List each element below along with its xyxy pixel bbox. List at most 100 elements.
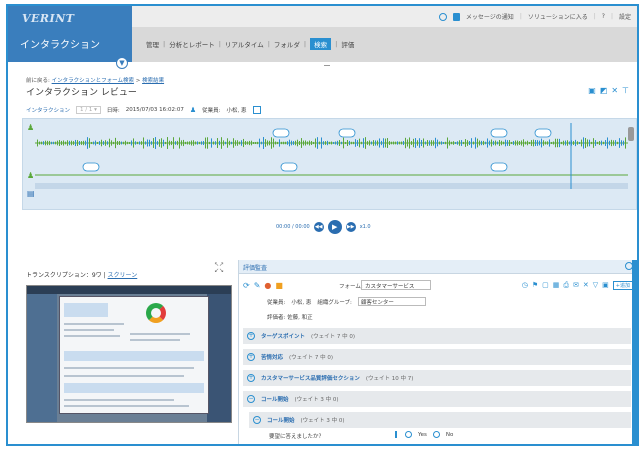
expand-plus-icon[interactable]: +: [247, 374, 255, 382]
folder-icon[interactable]: ■: [275, 281, 283, 290]
group-label: 組織グループ:: [317, 299, 352, 306]
details-icon[interactable]: [252, 106, 261, 114]
date-label: 日時:: [106, 108, 120, 114]
radio-yes[interactable]: [405, 431, 412, 438]
delete-icon[interactable]: ✕: [583, 281, 589, 290]
export-icon[interactable]: ◩: [600, 86, 608, 95]
tag-icon[interactable]: ●: [264, 281, 271, 290]
nav-item-folders[interactable]: フォルダ: [274, 39, 300, 49]
print-icon[interactable]: ▣: [588, 86, 596, 95]
date-value: 2015/07/03 16:02:07: [125, 107, 184, 113]
rewind-button[interactable]: ◀◀: [313, 222, 324, 232]
nav-item-analytics[interactable]: 分析とレポート: [169, 39, 215, 49]
brand-logo: VERINT: [22, 12, 75, 25]
app-menu-chevron-icon[interactable]: ▼: [116, 57, 128, 69]
filter-icon[interactable]: ▽: [593, 281, 598, 290]
screen-recording-thumbnail[interactable]: [26, 285, 232, 423]
employee-label: 従業員:: [267, 299, 286, 306]
notifications-link[interactable]: メッセージの通知: [466, 12, 514, 21]
pin-icon[interactable]: ⊤: [622, 86, 629, 95]
refresh-icon[interactable]: [438, 12, 447, 21]
breadcrumb: 前に戻る: インタラクションとフォーム検索 > 検索結果: [26, 78, 165, 84]
settings-link[interactable]: 設定: [619, 12, 631, 21]
breadcrumb-link-search-forms[interactable]: インタラクションとフォーム検索: [52, 78, 134, 84]
expand-plus-icon[interactable]: +: [247, 332, 255, 340]
section-row[interactable]: + 苦情対応 (ウェイト 7 中 0): [243, 349, 631, 365]
section-name: コール開始: [261, 397, 289, 403]
evaluation-meta: 従業員: 小松, 恵 組織グループ: 顧客センター: [267, 297, 426, 306]
agent-value: 小松, 恵: [226, 108, 247, 114]
collapse-minus-icon[interactable]: −: [253, 416, 261, 424]
save-icon[interactable]: ▣: [602, 281, 609, 290]
segment-dropdown[interactable]: 1 / 1 ▾: [76, 106, 101, 114]
section-name: ターゲスポイント: [261, 334, 306, 340]
flag-icon[interactable]: ⚑: [532, 281, 538, 290]
section-row[interactable]: + ターゲスポイント (ウェイト 7 中 0): [243, 328, 631, 344]
section-weight: (ウェイト 10 中 7): [365, 376, 414, 382]
section-row[interactable]: − コール開始 (ウェイト 3 中 0): [243, 391, 631, 407]
expand-icon[interactable]: ↖↗ ↙↘: [214, 262, 224, 274]
group-select[interactable]: 顧客センター: [357, 297, 426, 306]
answer-group: Yes No: [395, 431, 453, 438]
answer-yes-label: Yes: [418, 431, 427, 438]
evaluation-actions: ◷ ⚑ ▢ ▦ ⎙ ✉ ✕ ▽ ▣ +追加: [522, 281, 633, 290]
mail-icon[interactable]: ✉: [573, 281, 579, 290]
nav-item-search[interactable]: 検索: [310, 38, 332, 50]
main-nav: 管理 | 分析とレポート | リアルタイム | フォルダ | 検索 | 評価: [132, 28, 637, 62]
app-title: インタラクション: [20, 40, 100, 51]
screen-tab-link[interactable]: スクリーン: [108, 272, 138, 279]
close-icon[interactable]: ✕: [611, 86, 618, 95]
form-select[interactable]: カスタマーサービス: [361, 280, 431, 290]
section-weight: (ウェイト 7 中 0): [311, 334, 356, 340]
expand-plus-icon[interactable]: +: [247, 353, 255, 361]
section-weight: (ウェイト 3 中 0): [300, 418, 345, 424]
tab-interaction[interactable]: インタラクション: [26, 106, 70, 114]
app-header-brand-area: VERINT インタラクション: [8, 6, 132, 62]
edit-icon[interactable]: ✎: [254, 281, 261, 290]
audio-waveform[interactable]: ♟ ♟ ▤: [22, 118, 637, 210]
subsection-row[interactable]: − コール開始 (ウェイト 3 中 0): [249, 412, 631, 428]
play-button[interactable]: ▶: [327, 220, 342, 234]
refresh-icon[interactable]: ⟳: [243, 281, 250, 290]
forward-button[interactable]: ▶▶: [345, 222, 356, 232]
collapse-minus-icon[interactable]: −: [247, 395, 255, 403]
user-icon: ♟: [189, 106, 197, 114]
evaluation-header: 評価監査: [239, 260, 637, 274]
playback-time: 00:00 / 00:00: [276, 224, 310, 230]
section-name: コール開始: [267, 418, 295, 424]
interaction-info-row: インタラクション 1 / 1 ▾ 日時: 2015/07/03 16:02:07…: [26, 106, 261, 114]
section-name: カスタマーサービス品質評価セクション: [261, 376, 360, 382]
add-button[interactable]: +追加: [612, 281, 633, 290]
transcript-header: トランスクリプション：9ワ | スクリーン: [26, 272, 138, 279]
agent-label: 従業員:: [202, 108, 221, 114]
section-row[interactable]: + カスタマーサービス品質評価セクション (ウェイト 10 中 7): [243, 370, 631, 386]
collapse-handle[interactable]: [324, 65, 330, 66]
form-label: フォーム:: [339, 284, 363, 290]
evaluation-sections: + ターゲスポイント (ウェイト 7 中 0) + 苦情対応 (ウェイト 7 中…: [243, 328, 631, 433]
header-utility-bar: メッセージの通知 | ソリューションに入る | ? | 設定: [132, 6, 637, 28]
transcript-label: トランスクリプション：9ワ: [26, 272, 102, 279]
calendar-icon[interactable]: ▦: [553, 281, 560, 290]
help-link[interactable]: ?: [602, 13, 605, 20]
donut-chart-icon: [146, 303, 166, 323]
employee-value: 小松, 恵: [291, 299, 312, 306]
evaluation-panel: 評価監査 ⟳ ✎ ● ■ フォーム: カスタマーサービス ◷ ⚑ ▢ ▦ ⎙ ✉…: [238, 260, 637, 444]
radio-no[interactable]: [432, 431, 440, 438]
lock-icon[interactable]: [452, 12, 460, 21]
question-text: 要望に答えましたか？: [269, 434, 325, 440]
evaluator-text: 評価者: 佐藤, 和正: [267, 315, 313, 321]
nav-item-realtime[interactable]: リアルタイム: [225, 39, 264, 49]
answer-no-label: No: [445, 431, 454, 438]
print-icon[interactable]: ⎙: [563, 281, 569, 290]
app-frame: VERINT インタラクション ▼ メッセージの通知 | ソリューションに入る …: [6, 4, 639, 446]
solutions-link[interactable]: ソリューションに入る: [528, 12, 588, 21]
nav-item-evaluation[interactable]: 評価: [341, 39, 354, 49]
copy-icon[interactable]: ▢: [542, 281, 549, 290]
speed-select[interactable]: x1.0: [360, 224, 371, 230]
clock-icon[interactable]: ◷: [522, 281, 528, 290]
nav-item-admin[interactable]: 管理: [146, 39, 159, 49]
breadcrumb-link-results[interactable]: 検索結果: [142, 78, 164, 84]
breadcrumb-prefix: 前に戻る:: [26, 78, 50, 84]
evaluation-scrollbar[interactable]: [632, 260, 637, 444]
section-weight: (ウェイト 3 中 0): [294, 397, 339, 403]
